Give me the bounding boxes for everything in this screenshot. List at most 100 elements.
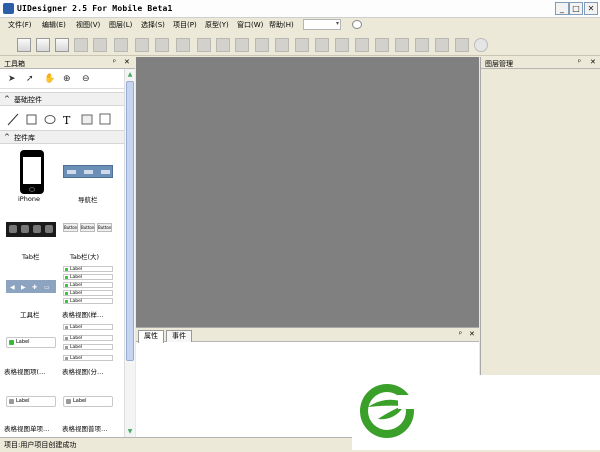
play-icon[interactable] xyxy=(474,38,488,52)
maximize-button[interactable]: □ xyxy=(569,2,583,15)
menu-window[interactable]: 窗口(W) xyxy=(237,20,263,30)
zoom-in-icon[interactable]: ⊕ xyxy=(63,74,71,84)
control-label: 表格视图(样… xyxy=(62,311,104,319)
home-button-icon xyxy=(29,187,35,192)
preview-eye-icon[interactable] xyxy=(352,20,362,29)
copy-icon[interactable] xyxy=(135,38,149,52)
paste-icon[interactable] xyxy=(155,38,169,52)
section-control-library[interactable]: ^ 控件库 xyxy=(0,130,124,144)
design-canvas[interactable] xyxy=(136,57,479,327)
chevron-up-icon: ^ xyxy=(4,95,10,103)
send-back-icon[interactable] xyxy=(295,38,309,52)
group-icon[interactable] xyxy=(197,38,211,52)
button-chip: Button xyxy=(80,223,95,232)
scroll-down-icon[interactable]: ▼ xyxy=(126,427,134,436)
menu-edit[interactable]: 编辑(E) xyxy=(42,20,66,30)
close-icon[interactable]: ✕ xyxy=(469,330,475,338)
tabbar-control[interactable] xyxy=(6,222,56,237)
control-label: 表格视图(分… xyxy=(62,368,104,376)
ellipse-tool-icon[interactable] xyxy=(44,115,56,124)
brand-logo xyxy=(352,375,600,450)
scroll-up-icon[interactable]: ▲ xyxy=(126,70,134,79)
toolbox-title: 工具箱 xyxy=(4,60,25,68)
image-tool-icon[interactable] xyxy=(99,113,111,125)
rect-tool-icon[interactable] xyxy=(26,114,37,125)
window-title: UIDesigner 2.5 For Mobile Beta1 xyxy=(17,4,173,13)
toolbox-panel: 工具箱 ᵖ ✕ ➤ ➚ ✋ ⊕ ⊖ ^ 基础控件 T ^ 控件库 ▲ ▼ xyxy=(0,57,135,437)
input-tool-icon[interactable] xyxy=(81,114,93,125)
ungroup-icon[interactable] xyxy=(216,38,230,52)
button-chip: Button xyxy=(63,223,78,232)
rotate-icon[interactable] xyxy=(455,38,469,52)
zoom-out-icon[interactable]: ⊖ xyxy=(82,74,90,84)
nav-action-icon xyxy=(101,170,110,174)
control-label: 表格视图项(… xyxy=(4,368,46,376)
zoom-select[interactable]: ▾ xyxy=(303,19,341,30)
main-toolbar xyxy=(0,34,600,56)
text-tool-icon[interactable]: T xyxy=(63,114,71,127)
minimize-button[interactable]: _ xyxy=(555,2,569,15)
bring-front-icon[interactable] xyxy=(235,38,249,52)
bring-forward-icon[interactable] xyxy=(255,38,269,52)
align-right-icon[interactable] xyxy=(355,38,369,52)
pin-icon[interactable]: ᵖ xyxy=(578,58,581,66)
menu-project[interactable]: 项目(P) xyxy=(173,20,197,30)
nav-title-icon xyxy=(84,170,93,174)
button-chip: Button xyxy=(97,223,112,232)
status-text: 项目:用户项目创建成功 xyxy=(4,441,77,449)
tableview-plain-cell-control[interactable]: Label xyxy=(63,396,113,407)
menu-help[interactable]: 帮助(H) xyxy=(269,20,294,30)
toolbox-header: 工具箱 ᵖ ✕ xyxy=(0,57,135,69)
align-center-icon[interactable] xyxy=(335,38,349,52)
tableview-cell-control[interactable]: Label xyxy=(6,337,56,348)
control-label: iPhone xyxy=(18,195,40,203)
app-window: UIDesigner 2.5 For Mobile Beta1 _ □ ✕ 文件… xyxy=(0,0,600,450)
pin-icon[interactable]: ᵖ xyxy=(113,58,116,66)
menu-view[interactable]: 视图(V) xyxy=(76,20,100,30)
hand-icon[interactable]: ✋ xyxy=(44,74,55,84)
basic-shapes: T xyxy=(0,109,124,129)
tab-events[interactable]: 事件 xyxy=(166,330,192,342)
pin-icon[interactable]: ᵖ xyxy=(459,330,462,338)
toolbar-control[interactable]: ◀ ▶ ✚ ▭ xyxy=(6,280,56,293)
distribute-icon[interactable] xyxy=(435,38,449,52)
scroll-thumb[interactable] xyxy=(126,81,134,361)
layers-header: 图层管理 ᵖ ✕ xyxy=(481,57,600,69)
tab-properties[interactable]: 属性 xyxy=(138,330,164,343)
send-backward-icon[interactable] xyxy=(275,38,289,52)
cut-icon[interactable] xyxy=(114,38,128,52)
iphone-control[interactable] xyxy=(20,150,44,194)
menu-select[interactable]: 选择(S) xyxy=(141,20,165,30)
section-basic-controls[interactable]: ^ 基础控件 xyxy=(0,92,124,106)
tabbar-large-control[interactable]: Button Button Button xyxy=(63,223,113,233)
line-tool-icon[interactable] xyxy=(7,113,19,126)
shape-tools: T xyxy=(7,113,111,127)
redo-icon[interactable] xyxy=(93,38,107,52)
toolbox-scrollbar[interactable]: ▲ ▼ xyxy=(124,69,135,437)
navbar-control[interactable] xyxy=(63,165,113,178)
control-label: Tab栏 xyxy=(22,253,40,261)
close-button[interactable]: ✕ xyxy=(584,2,598,15)
align-top-icon[interactable] xyxy=(375,38,389,52)
menu-layer[interactable]: 图层(L) xyxy=(109,20,132,30)
image-icon[interactable] xyxy=(176,38,190,52)
menu-prototype[interactable]: 原型(Y) xyxy=(205,20,229,30)
undo-icon[interactable] xyxy=(74,38,88,52)
align-bottom-icon[interactable] xyxy=(415,38,429,52)
app-icon xyxy=(3,3,14,14)
close-icon[interactable]: ✕ xyxy=(124,58,130,66)
align-left-icon[interactable] xyxy=(315,38,329,52)
phone-screen xyxy=(23,157,41,184)
new-file-icon[interactable] xyxy=(17,38,31,52)
direct-select-icon[interactable]: ➚ xyxy=(26,74,34,84)
close-icon[interactable]: ✕ xyxy=(590,58,596,66)
properties-tabs: 属性 事件 ᵖ ✕ xyxy=(136,328,479,343)
select-arrow-icon[interactable]: ➤ xyxy=(8,74,16,84)
open-file-icon[interactable] xyxy=(36,38,50,52)
align-middle-icon[interactable] xyxy=(395,38,409,52)
menu-file[interactable]: 文件(F) xyxy=(8,20,32,30)
save-icon[interactable] xyxy=(55,38,69,52)
toolbox-tools: ➤ ➚ ✋ ⊕ ⊖ xyxy=(0,69,124,89)
tableview-single-cell-control[interactable]: Label xyxy=(6,396,56,407)
leaf-logo-icon xyxy=(360,384,416,438)
